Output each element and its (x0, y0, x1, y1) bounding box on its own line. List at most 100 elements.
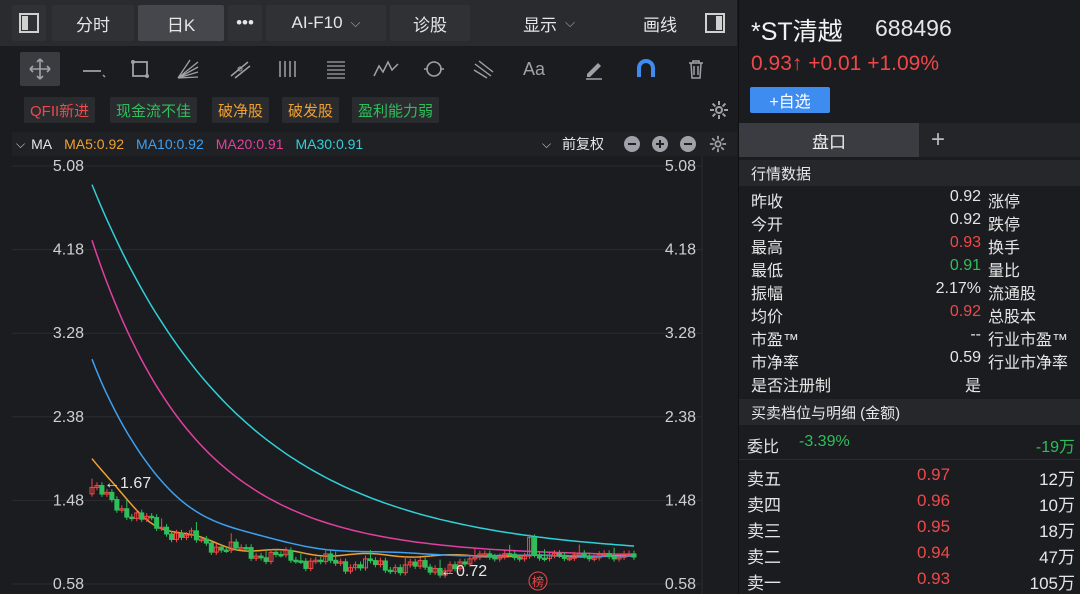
candle-body (179, 532, 185, 538)
adjust-mode[interactable]: 前复权 (562, 134, 604, 154)
quote-value: 0.92 (949, 303, 981, 320)
fib-tool-button[interactable] (316, 52, 356, 86)
quote-row: 最低 0.91 量比 (751, 257, 1080, 280)
candle-body (233, 541, 239, 549)
tag-weak-profit[interactable]: 盈利能力弱 (352, 97, 440, 123)
sell-label: 卖五 (747, 470, 781, 489)
sell-level-row[interactable]: 卖二 0.94 47万 (739, 540, 1080, 567)
draw-line-button[interactable]: 画线 (628, 5, 692, 41)
stock-code: 688496 (875, 15, 952, 41)
ma10-value: MA10:0.92 (136, 136, 204, 152)
candle-body (422, 560, 428, 568)
wave-tool-button[interactable] (366, 52, 406, 86)
sidebar-toggle-button[interactable] (12, 5, 46, 41)
sell-price: 0.96 (917, 491, 951, 510)
drawing-toolbar: Aa (0, 46, 737, 92)
tab-more[interactable]: ••• (228, 5, 262, 41)
add-panel-button[interactable]: + (921, 123, 955, 157)
tab-ai-f10[interactable]: AI-F10 ⌵ (266, 5, 386, 41)
tag-settings-button[interactable] (709, 100, 729, 125)
candle-body (169, 533, 175, 540)
move-tool-button[interactable] (20, 52, 60, 86)
chevron-down-icon[interactable]: ⌵ (16, 137, 25, 152)
channel-icon (230, 61, 251, 79)
tab-timeshare[interactable]: 分时 (52, 5, 134, 41)
chevron-down-icon[interactable]: ⌵ (542, 137, 551, 152)
fan-icon (177, 59, 199, 79)
delete-tool-button[interactable] (676, 52, 716, 86)
quote-label-secondary: 流通股 (988, 286, 1037, 303)
quote-row: 市盈™ -- 行业市盈™ (751, 326, 1080, 349)
sell-level-row[interactable]: 卖三 0.95 18万 (739, 514, 1080, 541)
quote-label: 是否注册制 (751, 378, 832, 395)
candle-body (149, 515, 155, 519)
tag-label: QFII新进 (30, 102, 90, 120)
y-tick-label: 0.58 (665, 576, 696, 593)
tag-label: 盈利能力弱 (358, 102, 434, 120)
cycle-tool-button[interactable] (414, 52, 454, 86)
tab-daily-k[interactable]: 日K (138, 5, 224, 41)
ma30-value: MA30:0.91 (295, 136, 364, 152)
quote-label: 最低 (751, 263, 784, 280)
trash-icon (689, 60, 703, 79)
collapse-button[interactable] (679, 135, 697, 156)
ma-line-ma5 (91, 458, 635, 558)
tag-below-book[interactable]: 破净股 (212, 97, 270, 123)
chart-grid (12, 156, 703, 594)
magnet-tool-button[interactable] (626, 52, 666, 86)
tab-diagnose[interactable]: 诊股 (390, 5, 470, 41)
candle-body (139, 512, 145, 520)
text-tool-button[interactable]: Aa (514, 52, 554, 86)
rect-tool-button[interactable] (120, 52, 160, 86)
line-tool-button[interactable] (74, 52, 114, 86)
candle-body (288, 549, 294, 561)
ma-name[interactable]: MA (31, 136, 52, 152)
quote-row: 今开 0.92 跌停 (751, 211, 1080, 234)
channel-tool-button[interactable] (220, 52, 260, 86)
candle-body (164, 526, 170, 535)
y-tick-label: 1.48 (53, 492, 84, 509)
eraser-tool-button[interactable] (574, 52, 614, 86)
quote-label: 今开 (751, 217, 784, 234)
candle-body (248, 547, 254, 559)
high-annotation: ←1.67 (104, 475, 151, 492)
tag-qfii[interactable]: QFII新进 (24, 97, 96, 123)
sell-level-row[interactable]: 卖一 0.93 105万 (739, 566, 1080, 593)
quote-row: 是否注册制 是 (751, 372, 1080, 395)
zoom-in-button[interactable] (651, 135, 669, 156)
add-watchlist-button[interactable]: +自选 (750, 87, 830, 113)
candle-body (517, 557, 523, 560)
zoom-out-button[interactable] (623, 135, 641, 156)
candle-body (512, 553, 518, 559)
fan-tool-button[interactable] (168, 52, 208, 86)
quote-row: 最高 0.93 换手 (751, 234, 1080, 257)
draw-label: 画线 (643, 15, 677, 35)
sell-level-row[interactable]: 卖五 0.97 12万 (739, 462, 1080, 489)
candle-body (208, 542, 214, 553)
tab-orderbook[interactable]: 盘口 (739, 123, 919, 157)
price-line: 0.93↑ +0.01 +1.09% (751, 52, 939, 76)
kline-chart[interactable]: 5.08 4.18 3.28 2.38 1.48 0.58 5.08 4.18 3.28 2.3… (12, 156, 737, 594)
vertical-lines-icon (279, 61, 296, 77)
tag-cashflow[interactable]: 现金流不佳 (110, 97, 198, 123)
candle-body (203, 538, 209, 544)
wave-icon (373, 60, 399, 77)
panel-right-toggle-button[interactable] (698, 5, 732, 41)
y-tick-label: 5.08 (665, 158, 696, 175)
tag-label: 现金流不佳 (116, 102, 192, 120)
orderbook-section-header: 买卖档位与明细 (金额) (739, 399, 1080, 425)
tag-label: 破净股 (218, 102, 264, 120)
ma-settings-button[interactable] (709, 135, 727, 156)
sell-level-row[interactable]: 卖四 0.96 10万 (739, 488, 1080, 515)
display-menu[interactable]: 显示 ⌵ (474, 5, 624, 41)
sell-price: 0.95 (917, 517, 951, 536)
chart-tab-bar: 分时 日K ••• AI-F10 ⌵ 诊股 显示 ⌵ 画线 (0, 0, 737, 46)
quote-label-secondary: 跌停 (988, 217, 1021, 234)
quote-label: 昨收 (751, 194, 784, 211)
y-tick-label: 0.58 (53, 576, 84, 593)
candle-body (358, 564, 364, 569)
candle-body (278, 553, 284, 557)
gann-tool-button[interactable] (464, 52, 504, 86)
vlines-tool-button[interactable] (268, 52, 308, 86)
tag-below-ipo[interactable]: 破发股 (282, 97, 340, 123)
